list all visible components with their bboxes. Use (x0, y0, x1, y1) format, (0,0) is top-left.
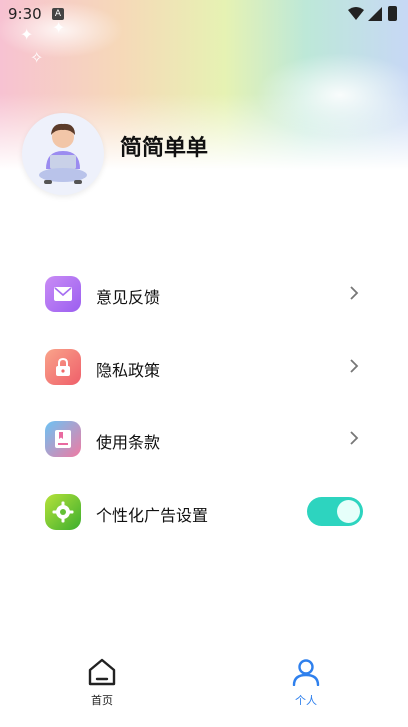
mail-icon (45, 276, 81, 312)
home-icon (88, 658, 116, 686)
tab-profile[interactable]: 个人 (276, 658, 336, 708)
bookmark-icon (45, 421, 81, 457)
toggle-knob (337, 500, 360, 523)
menu-item-privacy[interactable]: 隐私政策 (40, 345, 370, 389)
sparkle-icon: ✧ (30, 48, 44, 67)
menu-item-label: 意见反馈 (96, 288, 161, 307)
menu-item-label: 隐私政策 (96, 361, 161, 380)
status-bar: 9:30 A (0, 0, 408, 28)
menu-item-label: 个性化广告设置 (96, 506, 209, 525)
menu-item-label: 使用条款 (96, 433, 161, 452)
menu-item-feedback[interactable]: 意见反馈 (40, 272, 370, 316)
gear-icon (45, 494, 81, 530)
user-icon (292, 659, 320, 687)
signal-icon (368, 7, 382, 21)
lock-icon (45, 349, 81, 385)
status-time: 9:30 (8, 5, 42, 23)
chevron-right-icon (350, 286, 359, 300)
ad-setting-toggle[interactable] (307, 497, 363, 526)
battery-icon (388, 6, 397, 21)
chevron-right-icon (350, 431, 359, 445)
bottom-tab-bar: 首页 个人 (0, 650, 408, 727)
avatar[interactable] (22, 113, 104, 195)
chevron-right-icon (350, 359, 359, 373)
wifi-icon (348, 7, 364, 20)
avatar-illustration (39, 123, 87, 184)
menu-item-terms[interactable]: 使用条款 (40, 417, 370, 461)
tab-label: 首页 (91, 694, 113, 707)
notification-icon: A (52, 8, 64, 20)
tab-label: 个人 (295, 694, 317, 707)
tab-home[interactable]: 首页 (72, 658, 132, 708)
username: 简简单单 (120, 136, 209, 161)
